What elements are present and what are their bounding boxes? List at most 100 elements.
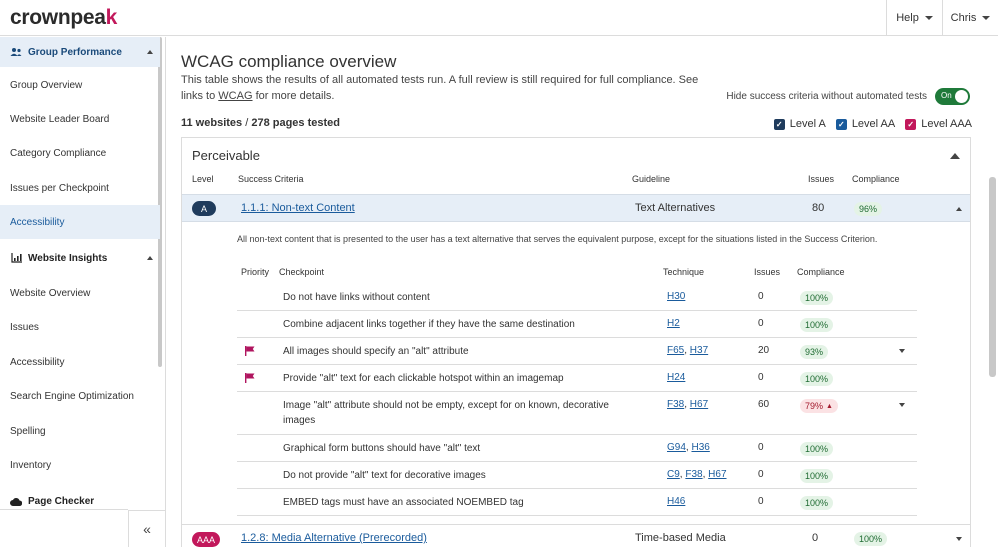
technique-link[interactable]: F38 [667, 399, 684, 410]
description-line: This table shows the results of all auto… [181, 74, 699, 86]
wcag-link[interactable]: WCAG [218, 90, 252, 102]
checkpoint-row[interactable]: All images should specify an "alt" attri… [237, 338, 917, 365]
checkpoint-row[interactable]: Graphical form buttons should have "alt"… [237, 435, 917, 462]
sidebar-item-label: Accessibility [10, 216, 65, 228]
sidebar-group-label: Website Insights [28, 252, 108, 264]
crownpeak-logo[interactable]: crownpeak [10, 6, 117, 30]
checkpoint-row[interactable]: Provide "alt" text for each clickable ho… [237, 365, 917, 392]
technique-link[interactable]: H37 [690, 345, 708, 356]
chevron-up-icon[interactable] [950, 153, 960, 159]
criterion-description: All non-text content that is presented t… [237, 234, 878, 244]
level-a-checkbox[interactable]: ✓ Level A [773, 118, 826, 130]
chevron-down-icon[interactable] [956, 537, 962, 541]
compliance-badge: 100% [800, 291, 834, 305]
chevron-down-icon[interactable] [899, 403, 905, 407]
criterion-guideline: Text Alternatives [635, 202, 716, 214]
sidebar-item-website-leader-board[interactable]: Website Leader Board [0, 102, 160, 136]
toggle-label: Hide success criteria without automated … [726, 91, 927, 102]
level-filters: ✓ Level A ✓ Level AA ✓ Level AAA [773, 118, 972, 130]
checkpoint-row[interactable]: EMBED tags must have an associated NOEMB… [237, 489, 917, 516]
checkpoint-text: Combine adjacent links together if they … [283, 319, 575, 330]
main-content: WCAG compliance overview This table show… [166, 37, 998, 547]
technique-link[interactable]: H24 [667, 372, 685, 383]
sidebar-item-label: Spelling [10, 425, 46, 437]
compliance-badge: 100% [854, 532, 888, 546]
checkpoint-text: Do not have links without content [283, 292, 430, 303]
page-description: This table shows the results of all auto… [181, 72, 701, 104]
technique-links: H30 [667, 291, 685, 302]
criterion-row[interactable]: AAA 1.2.8: Media Alternative (Prerecorde… [182, 524, 970, 547]
header-compliance: Compliance [797, 267, 845, 277]
technique-link[interactable]: H30 [667, 291, 685, 302]
technique-links: C9, F38, H67 [667, 469, 727, 480]
sidebar: Group Performance Group Overview Website… [0, 37, 166, 547]
sidebar-item-category-compliance[interactable]: Category Compliance [0, 136, 160, 170]
technique-links: H24 [667, 372, 685, 383]
level-aa-checkbox[interactable]: ✓ Level AA [835, 118, 895, 130]
checkpoint-row[interactable]: Do not provide "alt" text for decorative… [237, 462, 917, 489]
collapse-sidebar-button[interactable]: « [128, 510, 165, 547]
chevron-down-icon[interactable] [899, 349, 905, 353]
chevron-down-icon [924, 16, 933, 20]
user-menu-button[interactable]: Chris [942, 0, 998, 36]
technique-link[interactable]: H2 [667, 318, 680, 329]
sidebar-item-inventory[interactable]: Inventory [0, 448, 160, 482]
checkpoint-text: Image "alt" attribute should not be empt… [283, 400, 609, 426]
sidebar-item-spelling[interactable]: Spelling [0, 414, 160, 448]
technique-link[interactable]: H67 [690, 399, 708, 410]
sidebar-group-group-performance[interactable]: Group Performance [0, 37, 160, 67]
checkpoint-row[interactable]: Combine adjacent links together if they … [237, 311, 917, 338]
technique-link[interactable]: H46 [667, 496, 685, 507]
criterion-link[interactable]: 1.2.8: Media Alternative (Prerecorded) [241, 532, 427, 544]
sidebar-item-website-overview[interactable]: Website Overview [0, 276, 160, 310]
header-success-criteria: Success Criteria [238, 174, 304, 184]
technique-link[interactable]: G94 [667, 442, 686, 453]
sidebar-item-label: Website Leader Board [10, 113, 110, 125]
header-issues: Issues [808, 174, 835, 184]
tested-summary: 11 websites / 278 pages tested [181, 117, 340, 129]
level-badge: AAA [192, 532, 220, 547]
sidebar-item-accessibility-group[interactable]: Accessibility [0, 205, 160, 239]
sidebar-item-issues-per-checkpoint[interactable]: Issues per Checkpoint [0, 171, 160, 205]
sidebar-item-group-overview[interactable]: Group Overview [0, 68, 160, 102]
sidebar-item-accessibility[interactable]: Accessibility [0, 345, 160, 379]
sidebar-item-label: Search Engine Optimization [10, 390, 134, 402]
checkpoint-row[interactable]: Image "alt" attribute should not be empt… [237, 392, 917, 435]
technique-link[interactable]: F38 [685, 469, 702, 480]
technique-links: F65, H37 [667, 345, 709, 356]
criterion-row[interactable]: A 1.1.1: Non-text Content Text Alternati… [182, 194, 970, 222]
technique-links: G94, H36 [667, 442, 710, 453]
top-bar: crownpeak Help Chris [0, 0, 998, 36]
sidebar-group-website-insights[interactable]: Website Insights [0, 243, 160, 273]
checkpoint-issues: 0 [758, 496, 764, 507]
checkbox-checked-icon: ✓ [905, 118, 917, 130]
header-checkpoint: Checkpoint [279, 267, 325, 277]
technique-links: H46 [667, 496, 685, 507]
compliance-badge: 96% [854, 202, 883, 216]
criterion-issues: 0 [812, 532, 819, 544]
compliance-badge: 93% [800, 345, 829, 359]
criterion-link[interactable]: 1.1.1: Non-text Content [241, 202, 355, 214]
checkpoint-row[interactable]: Do not have links without content H30 0 100… [237, 284, 917, 311]
technique-link[interactable]: F65 [667, 345, 684, 356]
help-menu-button[interactable]: Help [886, 0, 942, 36]
compliance-badge: 79% ▲ [800, 399, 838, 413]
criterion-issues: 80 [812, 202, 825, 214]
sidebar-item-label: Category Compliance [10, 147, 107, 159]
level-aaa-checkbox[interactable]: ✓ Level AAA [905, 118, 972, 130]
technique-link[interactable]: H67 [708, 469, 726, 480]
sidebar-item-issues[interactable]: Issues [0, 310, 160, 344]
technique-link[interactable]: C9 [667, 469, 680, 480]
technique-link[interactable]: H36 [691, 442, 709, 453]
page-scrollbar[interactable] [989, 177, 996, 377]
panel-title: Perceivable [192, 148, 260, 163]
description-line: links to WCAG for more details. [181, 90, 335, 102]
priority-flag-icon [245, 373, 255, 383]
priority-flag-icon [245, 346, 255, 356]
sidebar-item-seo[interactable]: Search Engine Optimization [0, 379, 160, 413]
perceivable-panel: Perceivable Level Success Criteria Guide… [181, 137, 971, 547]
checkpoint-issues: 0 [758, 372, 764, 383]
chevron-up-icon[interactable] [956, 207, 962, 211]
compliance-badge: 100% [800, 372, 834, 386]
hide-criteria-toggle[interactable]: On [935, 88, 970, 105]
